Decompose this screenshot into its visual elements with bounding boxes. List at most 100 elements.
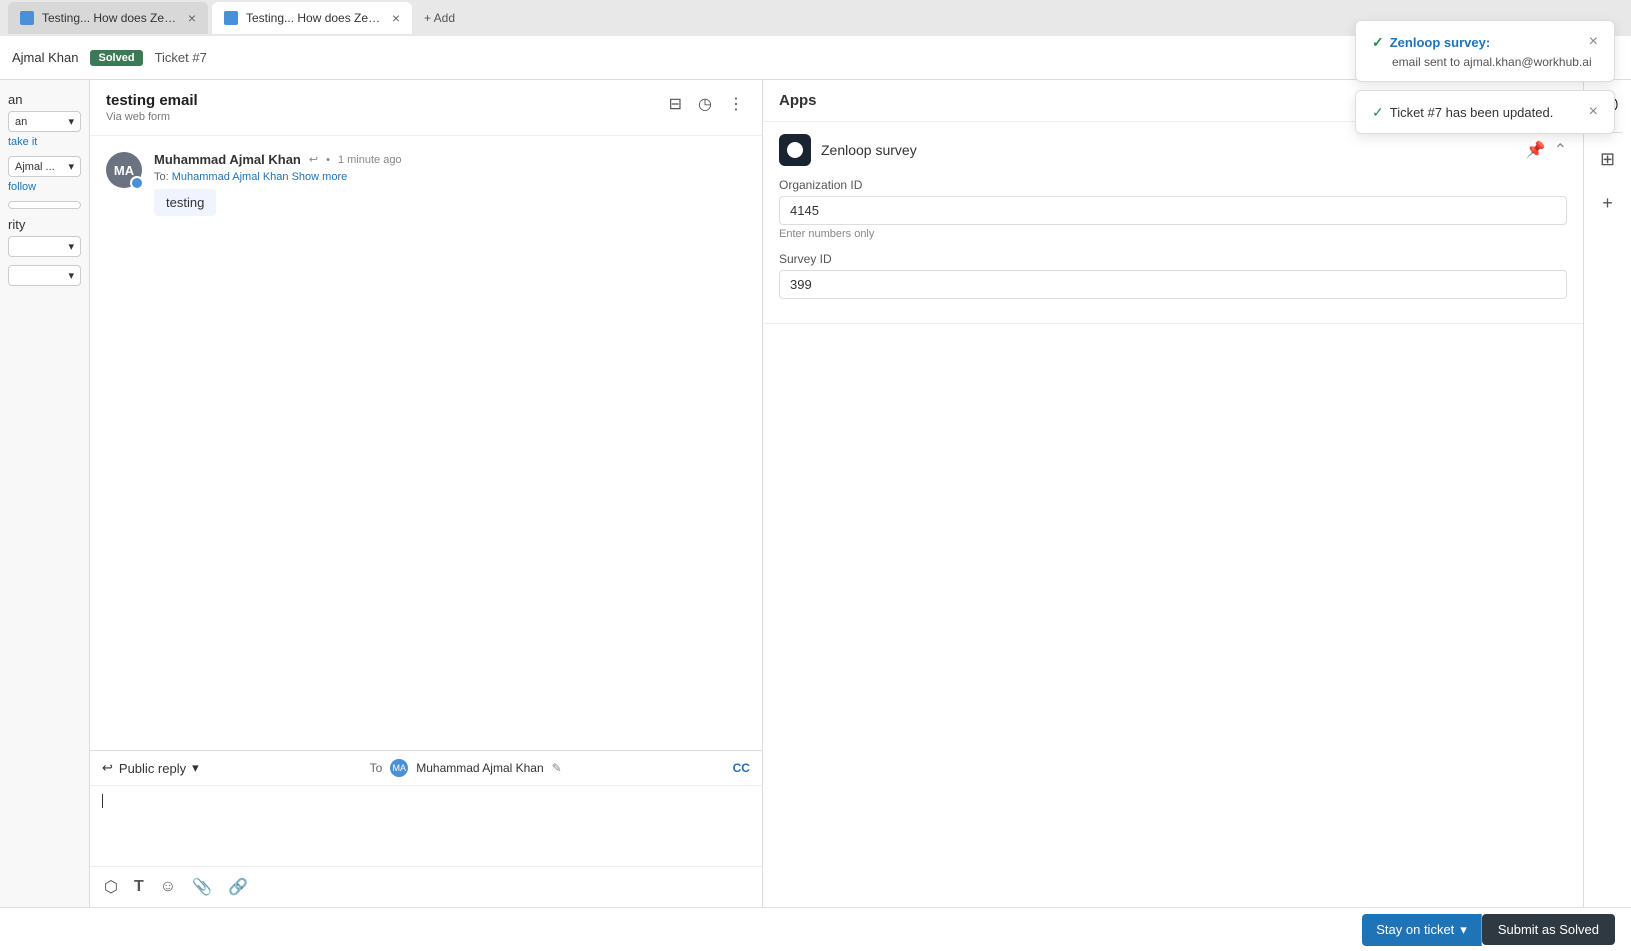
ticket-info: testing email Via web form xyxy=(106,92,198,123)
reply-format-toolbar: ⬡ T ☺ 📎 🔗 xyxy=(90,866,762,907)
reply-to-area: To MA Muhammad Ajmal Khan ✎ xyxy=(370,759,562,777)
chevron-down-icon-3: ▾ xyxy=(68,240,74,253)
org-id-label: Organization ID xyxy=(779,178,1567,192)
survey-id-input[interactable] xyxy=(779,270,1567,299)
toast-zenloop-close[interactable]: × xyxy=(1589,33,1598,51)
tab2-title: Testing... How does Zen... #6 xyxy=(246,11,384,25)
ticket-source: Via web form xyxy=(106,111,198,123)
sidebar-priority-label: rity xyxy=(8,217,81,232)
take-it-link[interactable]: take it xyxy=(8,136,81,148)
message-meta: Muhammad Ajmal Khan ↩ • 1 minute ago xyxy=(154,152,746,167)
toast-zenloop-title: ✓ Zenloop survey: xyxy=(1372,34,1490,51)
ticket-number: Ticket #7 xyxy=(155,50,207,65)
reply-area: ↩ Public reply ▾ To MA Muhammad Ajmal Kh… xyxy=(90,750,762,907)
attach-button[interactable]: 📎 xyxy=(190,875,214,899)
sidebar-user-label: an xyxy=(8,92,81,107)
cc-button[interactable]: CC xyxy=(733,761,750,775)
message-author: Muhammad Ajmal Khan xyxy=(154,152,301,167)
reply-cursor xyxy=(102,794,103,808)
left-sidebar: an an ▾ take it Ajmal ... ▾ follow rity … xyxy=(0,80,90,907)
sidebar-extra-field: ▾ xyxy=(8,265,81,286)
toast-updated-text: Ticket #7 has been updated. xyxy=(1390,105,1554,120)
topbar-user: Ajmal Khan xyxy=(12,50,78,65)
emoji-button[interactable]: ☺ xyxy=(158,876,178,898)
add-tab-label: + Add xyxy=(424,11,455,25)
sidebar-user-value: an xyxy=(15,116,27,128)
sidebar-assignee-select[interactable]: Ajmal ... ▾ xyxy=(8,156,81,177)
right-panel: Apps Zenloop survey 📌 ⌃ Organization ID … xyxy=(763,80,1583,907)
reply-toolbar: ↩ Public reply ▾ To MA Muhammad Ajmal Kh… xyxy=(90,751,762,786)
reply-arrow-icon-2: ↩ xyxy=(102,760,113,776)
reply-type-label: Public reply xyxy=(119,761,186,776)
survey-id-label: Survey ID xyxy=(779,252,1567,266)
ticket-title: testing email xyxy=(106,92,198,109)
reply-type-chevron-icon: ▾ xyxy=(192,760,199,776)
toast-success-icon-2: ✓ xyxy=(1372,104,1384,121)
add-icon-button[interactable]: + xyxy=(1590,185,1626,221)
sidebar-priority-select[interactable]: ▾ xyxy=(8,236,81,257)
zenloop-app-name: Zenloop survey xyxy=(821,142,917,158)
solved-status-badge: Solved xyxy=(90,50,142,66)
tab1-favicon xyxy=(20,11,34,25)
browser-tab-1[interactable]: Testing... How does Zen... #6 × xyxy=(8,2,208,34)
filter-icon-button[interactable]: ⊟ xyxy=(667,92,684,116)
edit-to-button[interactable]: ✎ xyxy=(552,761,562,775)
org-id-field: Organization ID Enter numbers only xyxy=(779,178,1567,240)
toast-zenloop-header: ✓ Zenloop survey: × xyxy=(1372,33,1598,51)
reply-input-area[interactable] xyxy=(90,786,762,866)
toast-zenloop-body: email sent to ajmal.khan@workhub.ai xyxy=(1372,55,1598,69)
tab1-close-icon[interactable]: × xyxy=(188,10,196,26)
tab2-close-icon[interactable]: × xyxy=(392,10,400,26)
to-label: To: xyxy=(154,171,169,183)
follow-link[interactable]: follow xyxy=(8,181,81,193)
survey-id-field: Survey ID xyxy=(779,252,1567,299)
grid-icon-button[interactable]: ⊞ xyxy=(1590,141,1626,177)
tab2-favicon xyxy=(224,11,238,25)
tab1-title: Testing... How does Zen... #6 xyxy=(42,11,180,25)
reply-arrow-icon: ↩ xyxy=(309,153,318,166)
message-content: Muhammad Ajmal Khan ↩ • 1 minute ago To:… xyxy=(154,152,746,216)
messages-area: MA Muhammad Ajmal Khan ↩ • 1 minute ago … xyxy=(90,136,762,750)
sidebar-text-input[interactable] xyxy=(8,201,81,209)
link-button[interactable]: 🔗 xyxy=(226,875,250,899)
avatar: MA xyxy=(106,152,142,188)
org-id-input[interactable] xyxy=(779,196,1567,225)
center-panel: testing email Via web form ⊟ ◷ ⋮ MA Muha… xyxy=(90,80,763,907)
message-time: 1 minute ago xyxy=(338,154,402,166)
browser-tab-2[interactable]: Testing... How does Zen... #6 × xyxy=(212,2,412,34)
message-to-name[interactable]: Muhammad Ajmal Khan xyxy=(172,171,289,183)
message-dot: • xyxy=(326,154,330,166)
expand-editor-button[interactable]: ⬡ xyxy=(102,875,120,899)
add-tab-button[interactable]: + Add xyxy=(416,11,463,25)
sidebar-extra-select[interactable]: ▾ xyxy=(8,265,81,286)
org-id-hint: Enter numbers only xyxy=(779,228,1567,240)
toast-updated-text-area: ✓ Ticket #7 has been updated. xyxy=(1372,104,1553,121)
stay-on-ticket-button[interactable]: Stay on ticket ▾ xyxy=(1362,914,1482,946)
app-controls: 📌 ⌃ xyxy=(1526,140,1567,160)
main-layout: an an ▾ take it Ajmal ... ▾ follow rity … xyxy=(0,80,1631,907)
chevron-down-icon-4: ▾ xyxy=(68,269,74,282)
text-format-button[interactable]: T xyxy=(132,876,146,898)
public-reply-button[interactable]: ↩ Public reply ▾ xyxy=(102,760,199,776)
toast-zenloop-title-text: Zenloop survey: xyxy=(1390,35,1490,50)
sidebar-assignee-field: Ajmal ... ▾ follow xyxy=(8,156,81,193)
submit-as-solved-button[interactable]: Submit as Solved xyxy=(1482,914,1615,945)
show-more-link[interactable]: Show more xyxy=(292,171,348,183)
zenloop-icon-inner xyxy=(787,142,803,158)
app-name-area: Zenloop survey xyxy=(779,134,917,166)
zenloop-icon xyxy=(779,134,811,166)
more-options-button[interactable]: ⋮ xyxy=(726,92,746,116)
collapse-app-button[interactable]: ⌃ xyxy=(1554,140,1567,160)
stay-on-ticket-label: Stay on ticket xyxy=(1376,922,1454,937)
sidebar-user-select[interactable]: an ▾ xyxy=(8,111,81,132)
toast-updated: ✓ Ticket #7 has been updated. × xyxy=(1355,90,1615,134)
avatar-badge xyxy=(130,176,144,190)
sidebar-input-field xyxy=(8,201,81,209)
app-item-header: Zenloop survey 📌 ⌃ xyxy=(779,134,1567,166)
pin-app-button[interactable]: 📌 xyxy=(1526,140,1546,160)
bottom-bar: Stay on ticket ▾ Submit as Solved xyxy=(0,907,1631,951)
reply-to-name: Muhammad Ajmal Khan xyxy=(416,761,543,775)
reply-to-label: To xyxy=(370,761,383,775)
toast-updated-close[interactable]: × xyxy=(1589,103,1598,121)
history-icon-button[interactable]: ◷ xyxy=(696,92,714,116)
